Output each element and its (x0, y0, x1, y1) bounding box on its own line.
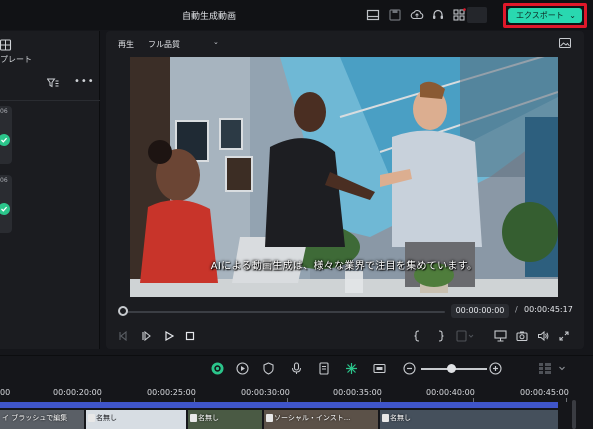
ruler-label: 00 (0, 388, 11, 397)
fullscreen-icon[interactable] (558, 330, 570, 342)
insert-clip-icon[interactable] (456, 330, 474, 342)
check-icon (0, 203, 10, 215)
cloud-upload-icon[interactable] (410, 8, 424, 22)
playback-circle-icon[interactable] (236, 362, 249, 375)
account-avatar[interactable] (467, 7, 487, 23)
current-timecode[interactable]: 00:00:00:00 (451, 304, 509, 318)
template-icon[interactable] (0, 39, 12, 51)
template-card[interactable]: 06 (0, 175, 12, 233)
card-number: 06 (0, 177, 8, 184)
card-number: 06 (0, 108, 8, 115)
left-panel: プレート ••• 06 06 (0, 31, 100, 349)
ai-assistant-icon[interactable] (211, 362, 224, 375)
zoom-out-icon[interactable] (403, 362, 416, 375)
mark-out-icon[interactable] (437, 330, 445, 342)
more-options-button[interactable]: ••• (74, 76, 95, 87)
timecode-separator: / (515, 305, 518, 314)
divider (0, 100, 100, 101)
ruler-label: 00:00:40:00 (426, 388, 475, 397)
play-icon[interactable] (164, 331, 174, 341)
mark-in-icon[interactable] (413, 330, 421, 342)
video-clip-icon (266, 414, 273, 422)
ruler-label: 00:00:25:00 (147, 388, 196, 397)
ruler-label: 00:00:35:00 (333, 388, 382, 397)
template-card[interactable]: 06 (0, 106, 12, 164)
next-frame-icon[interactable] (141, 331, 151, 341)
zoom-in-icon[interactable] (489, 362, 502, 375)
volume-icon[interactable] (537, 330, 549, 342)
video-clip-icon (88, 414, 95, 422)
clip-label: 名無し (198, 414, 219, 422)
timeline-clip[interactable]: イ ブラッシュで編集 (0, 410, 84, 429)
previous-frame-icon[interactable] (118, 331, 128, 341)
camera-snapshot-icon[interactable] (516, 330, 528, 342)
total-duration: 00:00:45:17 (524, 305, 573, 314)
ruler-label: 00:00:20:00 (53, 388, 102, 397)
timeline-clip[interactable]: 名無し (86, 410, 186, 429)
caption-box-icon[interactable] (373, 362, 386, 375)
clip-label: ソーシャル・インスト... (274, 414, 351, 422)
timeline-clip[interactable]: 名無し (380, 410, 558, 429)
text-note-icon[interactable] (318, 362, 331, 375)
check-icon (0, 134, 10, 146)
playback-label: 再生 (118, 40, 134, 49)
scrub-handle[interactable] (118, 306, 128, 316)
clip-label: 名無し (96, 414, 117, 422)
ruler-label: 00:00:45:00 (520, 388, 569, 397)
timeline-scrollbar[interactable] (572, 400, 576, 429)
chevron-down-icon[interactable] (558, 362, 566, 375)
apps-grid-icon[interactable] (452, 8, 466, 22)
quality-select[interactable]: フル品質 (148, 39, 180, 50)
display-monitor-icon[interactable] (494, 330, 507, 342)
save-icon[interactable] (388, 8, 402, 22)
render-bar (0, 402, 558, 408)
filter-icon[interactable] (47, 78, 59, 88)
export-label: エクスポート (516, 11, 564, 20)
scrub-bar[interactable] (124, 311, 445, 313)
layout-icon[interactable] (366, 8, 380, 22)
template-tab-label[interactable]: プレート (0, 54, 32, 65)
snap-magnet-icon[interactable] (345, 362, 358, 375)
ruler-label: 00:00:30:00 (241, 388, 290, 397)
shield-icon[interactable] (262, 362, 275, 375)
snapshot-view-icon[interactable] (559, 38, 571, 48)
clip-label: イ ブラッシュで編集 (2, 414, 68, 422)
export-button[interactable]: エクスポート ⌄ (508, 8, 582, 23)
ruler-tick (566, 398, 567, 402)
stop-icon[interactable] (185, 331, 195, 341)
export-highlight: エクスポート ⌄ (503, 3, 587, 28)
chevron-down-icon[interactable]: ⌄ (213, 38, 219, 46)
timeline-clip[interactable]: ソーシャル・インスト... (264, 410, 378, 429)
video-subtitle: AIによる動画生成は、様々な業界で注目を集めています。 (210, 261, 478, 272)
timeline-clip[interactable]: 名無し (188, 410, 262, 429)
video-frame[interactable]: AIによる動画生成は、様々な業界で注目を集めています。 (130, 57, 558, 297)
video-clip-icon (190, 414, 197, 422)
chevron-down-icon: ⌄ (569, 11, 576, 20)
project-title: 自動生成動画 (181, 12, 236, 22)
video-clip-icon (382, 414, 389, 422)
headset-icon[interactable] (431, 8, 445, 22)
track-layout-icon[interactable] (538, 362, 552, 375)
clip-label: 名無し (390, 414, 411, 422)
microphone-icon[interactable] (290, 362, 303, 375)
